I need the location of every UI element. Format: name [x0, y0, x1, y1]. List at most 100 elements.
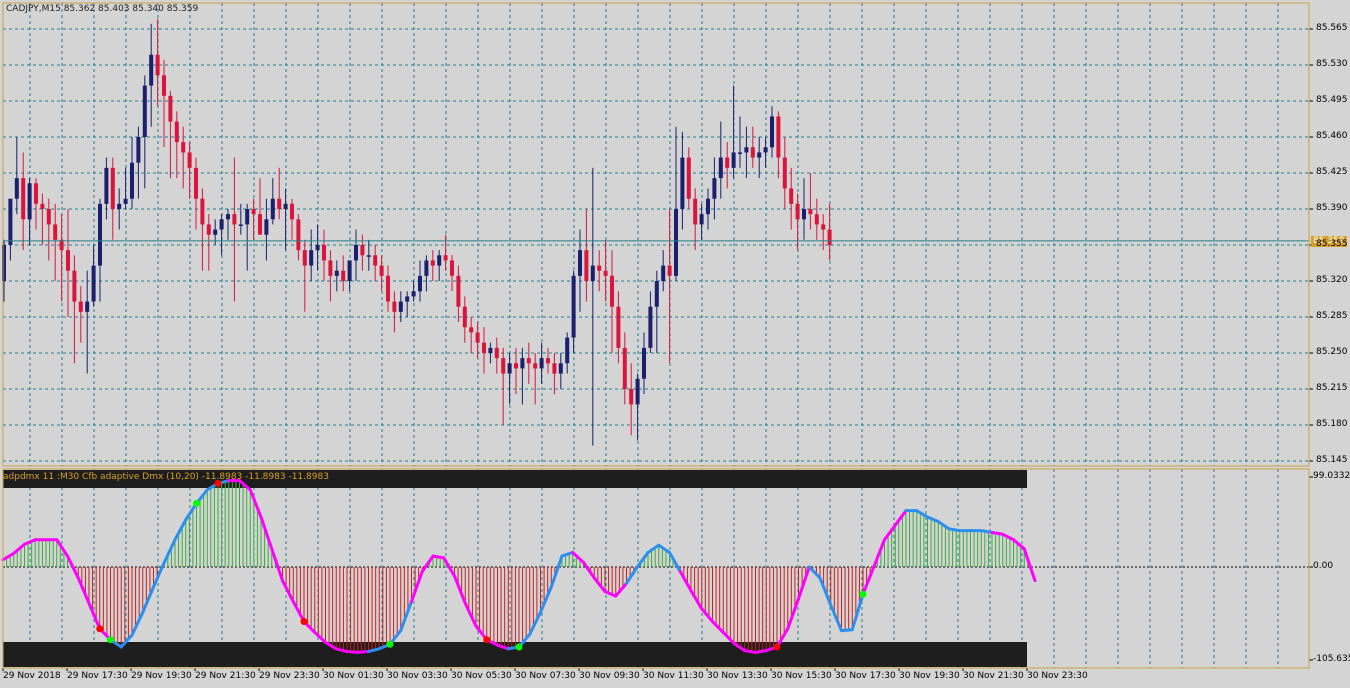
candle-body: [469, 327, 474, 333]
indicator-signal-dot: [515, 643, 523, 651]
candle-body: [654, 281, 659, 307]
indicator-axis-label: 0.00: [1313, 561, 1334, 571]
indicator-axis-label: 99.0332: [1313, 471, 1350, 481]
candle-body: [66, 250, 70, 271]
candle-body: [494, 347, 499, 359]
candle-body: [821, 224, 826, 230]
indicator-line-segment: [711, 620, 725, 634]
indicator-line-segment: [592, 576, 607, 594]
candle-body: [616, 306, 621, 348]
candle-body: [386, 275, 390, 302]
indicator-line-segment: [668, 550, 682, 574]
indicator-line-segment: [829, 603, 843, 633]
indicator-line-segment: [754, 649, 768, 654]
price-label: 85.145: [1316, 455, 1348, 465]
indicator-line-segment: [818, 576, 833, 607]
indicator-line-segment: [700, 607, 714, 624]
price-label: 85.215: [1316, 383, 1348, 393]
indicator-line-segment: [721, 630, 736, 645]
indicator-title: adpdmx 11 :M30 Cfb adaptive Dmx (10,20) …: [3, 472, 329, 482]
candle-body: [104, 167, 109, 204]
candle-body: [366, 255, 371, 257]
candle-body: [802, 209, 806, 220]
price-label: 85.460: [1316, 131, 1348, 141]
candle-body: [21, 178, 26, 220]
candle-body: [200, 198, 205, 225]
time-label: 29 Nov 2018: [3, 671, 61, 681]
chart-canvas[interactable]: [0, 0, 1350, 688]
indicator-line-segment: [861, 565, 876, 596]
indicator-signal-dot: [300, 618, 308, 626]
candle-body: [699, 214, 704, 225]
candle-body: [117, 203, 122, 209]
main-pane-border: [2, 2, 1310, 467]
time-label: 30 Nov 03:30: [387, 671, 448, 681]
candle-body: [712, 178, 717, 199]
candle-body: [750, 147, 755, 158]
candle-body: [181, 142, 186, 153]
price-label: 85.285: [1316, 311, 1348, 321]
candle-body: [123, 198, 128, 204]
candle-body: [418, 275, 422, 292]
candle-body: [610, 275, 614, 307]
indicator-line-segment: [936, 520, 951, 531]
indicator-line-segment: [850, 592, 865, 632]
indicator-line-segment: [431, 554, 446, 560]
candle-body: [354, 245, 358, 261]
candle-body: [680, 157, 685, 209]
price-label: 85.320: [1316, 275, 1348, 285]
indicator-pane: [1, 470, 1313, 671]
indicator-line-segment: [463, 601, 478, 628]
candle-body: [763, 147, 768, 153]
candle-body: [309, 250, 314, 266]
time-label: 30 Nov 15:30: [771, 671, 832, 681]
candle-body: [213, 229, 218, 235]
candle-body: [98, 203, 102, 266]
indicator-line-segment: [893, 509, 908, 527]
candle-body: [603, 270, 608, 276]
candle-body: [53, 224, 58, 240]
indicator-line-segment: [270, 547, 284, 583]
price-label: 85.495: [1316, 95, 1348, 105]
candle-body: [168, 95, 173, 122]
candle-body: [533, 363, 538, 369]
indicator-line-segment: [313, 630, 327, 644]
candle-body: [334, 270, 339, 276]
indicator-line-segment: [130, 610, 145, 637]
candle-body: [290, 203, 294, 220]
indicator-line-segment: [603, 590, 618, 598]
candle-body: [443, 255, 448, 261]
indicator-signal-dot: [96, 625, 104, 633]
price-label: 85.250: [1316, 347, 1348, 357]
indicator-line-segment: [345, 650, 360, 654]
candle-body: [219, 219, 224, 230]
time-label: 30 Nov 11:30: [643, 671, 704, 681]
candle-body: [648, 306, 653, 348]
indicator-line-segment: [12, 542, 26, 555]
indicator-line-segment: [840, 628, 854, 633]
candle-body: [693, 198, 698, 225]
time-label: 29 Nov 17:30: [67, 671, 128, 681]
candle-body: [72, 270, 77, 302]
time-label: 29 Nov 23:30: [259, 671, 320, 681]
indicator-signal-dot: [107, 636, 114, 644]
candle-body: [571, 275, 576, 338]
candle-body: [725, 157, 730, 168]
candle-body: [155, 54, 160, 76]
time-label: 30 Nov 13:30: [707, 671, 768, 681]
indicator-line-segment: [990, 530, 1005, 536]
time-label: 30 Nov 01:30: [323, 671, 384, 681]
candle-body: [232, 214, 237, 225]
candle-body: [597, 265, 602, 271]
candle-body: [782, 157, 787, 189]
indicator-line-segment: [1022, 547, 1037, 583]
time-label: 30 Nov 05:30: [451, 671, 512, 681]
candle-body: [8, 198, 13, 245]
candle-body: [757, 152, 762, 158]
candle-body: [635, 378, 640, 405]
candle-body: [59, 239, 64, 251]
candle-body: [245, 209, 250, 225]
indicator-line-segment: [281, 579, 295, 604]
indicator-line-segment: [625, 565, 639, 585]
candle-body: [706, 198, 710, 215]
